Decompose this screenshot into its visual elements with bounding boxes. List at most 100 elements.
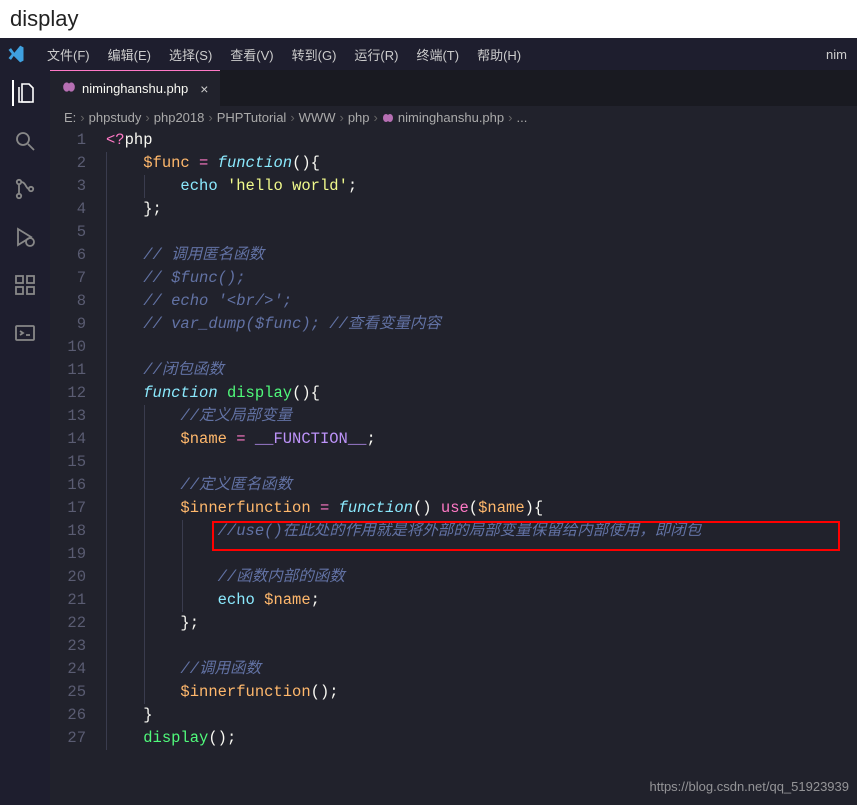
code-line[interactable]: //定义匿名函数 xyxy=(106,474,857,497)
code-line[interactable]: echo 'hello world'; xyxy=(106,175,857,198)
code-line[interactable]: //闭包函数 xyxy=(106,359,857,382)
menubar: 文件(F) 编辑(E) 选择(S) 查看(V) 转到(G) 运行(R) 终端(T… xyxy=(0,38,857,70)
php-file-icon xyxy=(62,80,76,97)
crumb-folder[interactable]: php2018 xyxy=(154,110,205,125)
line-number: 6 xyxy=(58,244,86,267)
main-layout: niminghanshu.php × E:› phpstudy› php2018… xyxy=(0,70,857,805)
crumb-folder[interactable]: WWW xyxy=(299,110,336,125)
code-line[interactable] xyxy=(106,336,857,359)
code-line[interactable] xyxy=(106,221,857,244)
extensions-icon[interactable] xyxy=(12,272,38,298)
terminal-panel-icon[interactable] xyxy=(12,320,38,346)
run-debug-icon[interactable] xyxy=(12,224,38,250)
crumb-drive[interactable]: E: xyxy=(64,110,76,125)
menu-help[interactable]: 帮助(H) xyxy=(468,41,530,68)
code-line[interactable]: $innerfunction = function() use($name){ xyxy=(106,497,857,520)
breadcrumb-sep: › xyxy=(208,110,212,125)
code-content[interactable]: <?php $func = function(){ echo 'hello wo… xyxy=(100,129,857,805)
crumb-more[interactable]: ... xyxy=(516,110,527,125)
line-number: 7 xyxy=(58,267,86,290)
crumb-file[interactable]: niminghanshu.php xyxy=(398,110,504,125)
line-number: 1 xyxy=(58,129,86,152)
menu-goto[interactable]: 转到(G) xyxy=(283,41,346,68)
title-text: nim xyxy=(826,47,851,62)
editor-area: niminghanshu.php × E:› phpstudy› php2018… xyxy=(50,70,857,805)
line-number: 24 xyxy=(58,658,86,681)
line-number: 13 xyxy=(58,405,86,428)
breadcrumb-sep: › xyxy=(80,110,84,125)
tab-close-icon[interactable]: × xyxy=(200,81,208,97)
line-number: 8 xyxy=(58,290,86,313)
crumb-folder[interactable]: PHPTutorial xyxy=(217,110,287,125)
menu-select[interactable]: 选择(S) xyxy=(160,41,221,68)
code-line[interactable]: // echo '<br/>'; xyxy=(106,290,857,313)
line-number: 10 xyxy=(58,336,86,359)
code-line[interactable]: }; xyxy=(106,612,857,635)
breadcrumb-sep: › xyxy=(290,110,294,125)
menu-view[interactable]: 查看(V) xyxy=(221,41,282,68)
line-number: 15 xyxy=(58,451,86,474)
code-line[interactable]: } xyxy=(106,704,857,727)
activity-bar xyxy=(0,70,50,805)
menu-terminal[interactable]: 终端(T) xyxy=(407,41,468,68)
code-line[interactable]: // var_dump($func); //查看变量内容 xyxy=(106,313,857,336)
line-number: 23 xyxy=(58,635,86,658)
code-line[interactable]: $name = __FUNCTION__; xyxy=(106,428,857,451)
line-number: 16 xyxy=(58,474,86,497)
top-label: display xyxy=(0,0,857,38)
line-number: 17 xyxy=(58,497,86,520)
line-number: 20 xyxy=(58,566,86,589)
breadcrumb-sep: › xyxy=(374,110,378,125)
code-line[interactable]: //函数内部的函数 xyxy=(106,566,857,589)
search-icon[interactable] xyxy=(12,128,38,154)
code-line[interactable]: //定义局部变量 xyxy=(106,405,857,428)
line-number: 3 xyxy=(58,175,86,198)
line-number: 18 xyxy=(58,520,86,543)
line-number: 9 xyxy=(58,313,86,336)
code-line[interactable] xyxy=(106,543,857,566)
line-number: 5 xyxy=(58,221,86,244)
line-gutter: 1234567891011121314151617181920212223242… xyxy=(50,129,100,805)
breadcrumb[interactable]: E:› phpstudy› php2018› PHPTutorial› WWW›… xyxy=(50,106,857,129)
line-number: 25 xyxy=(58,681,86,704)
breadcrumb-sep: › xyxy=(508,110,512,125)
code-line[interactable]: echo $name; xyxy=(106,589,857,612)
explorer-icon[interactable] xyxy=(12,80,38,106)
code-line[interactable]: //调用函数 xyxy=(106,658,857,681)
code-line[interactable]: // 调用匿名函数 xyxy=(106,244,857,267)
breadcrumb-sep: › xyxy=(145,110,149,125)
line-number: 11 xyxy=(58,359,86,382)
code-line[interactable]: function display(){ xyxy=(106,382,857,405)
tab-niminghanshu[interactable]: niminghanshu.php × xyxy=(50,70,220,106)
line-number: 26 xyxy=(58,704,86,727)
code-line[interactable] xyxy=(106,451,857,474)
vscode-window: 文件(F) 编辑(E) 选择(S) 查看(V) 转到(G) 运行(R) 终端(T… xyxy=(0,38,857,805)
line-number: 22 xyxy=(58,612,86,635)
line-number: 14 xyxy=(58,428,86,451)
code-line[interactable]: // $func(); xyxy=(106,267,857,290)
code-line[interactable]: $func = function(){ xyxy=(106,152,857,175)
crumb-folder[interactable]: phpstudy xyxy=(89,110,142,125)
code-line[interactable]: }; xyxy=(106,198,857,221)
menu-edit[interactable]: 编辑(E) xyxy=(99,41,160,68)
line-number: 12 xyxy=(58,382,86,405)
code-line[interactable] xyxy=(106,635,857,658)
menu-file[interactable]: 文件(F) xyxy=(38,41,99,68)
tab-bar: niminghanshu.php × xyxy=(50,70,857,106)
code-line[interactable]: //use()在此处的作用就是将外部的局部变量保留给内部使用，即闭包 xyxy=(106,520,857,543)
line-number: 19 xyxy=(58,543,86,566)
php-file-icon xyxy=(382,112,394,124)
breadcrumb-sep: › xyxy=(339,110,343,125)
code-line[interactable]: $innerfunction(); xyxy=(106,681,857,704)
vscode-logo-icon xyxy=(6,44,26,64)
line-number: 2 xyxy=(58,152,86,175)
crumb-folder[interactable]: php xyxy=(348,110,370,125)
menu-run[interactable]: 运行(R) xyxy=(345,41,407,68)
code-editor[interactable]: 1234567891011121314151617181920212223242… xyxy=(50,129,857,805)
code-line[interactable]: <?php xyxy=(106,129,857,152)
watermark: https://blog.csdn.net/qq_51923939 xyxy=(650,779,850,794)
source-control-icon[interactable] xyxy=(12,176,38,202)
code-line[interactable]: display(); xyxy=(106,727,857,750)
line-number: 27 xyxy=(58,727,86,750)
line-number: 21 xyxy=(58,589,86,612)
